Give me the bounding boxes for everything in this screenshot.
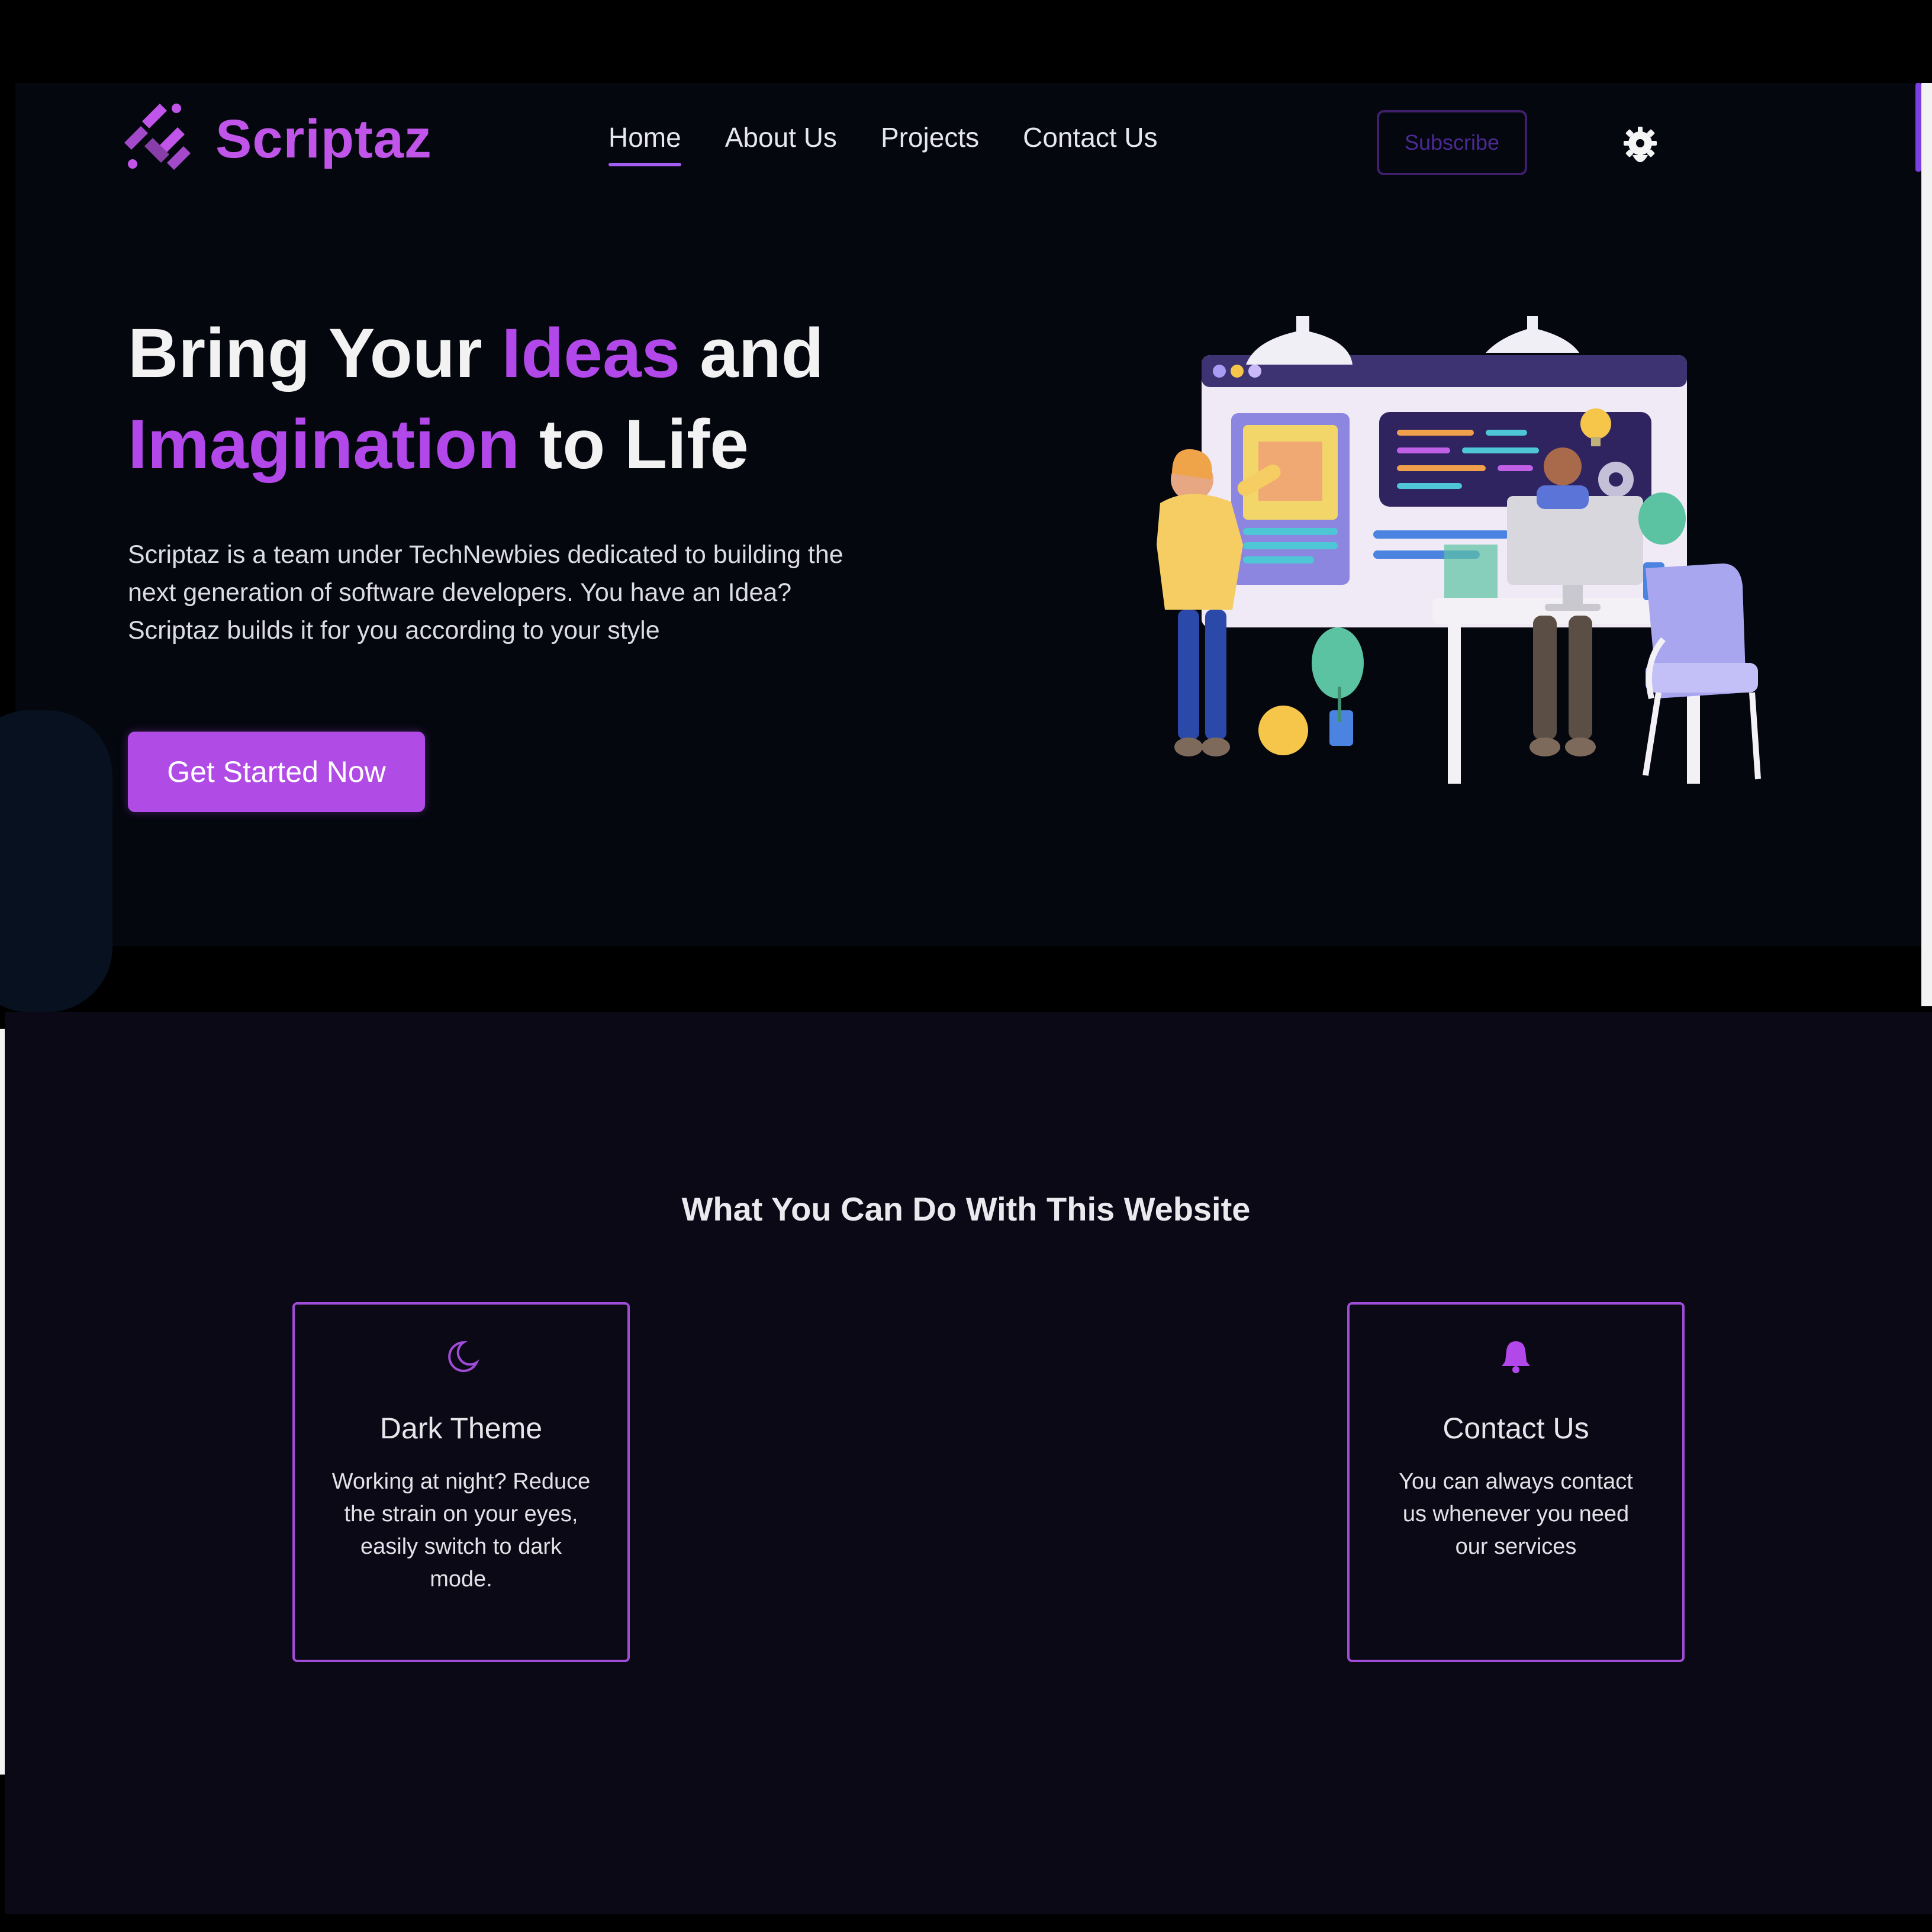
team-workspace-illustration	[1157, 316, 1761, 784]
hero-title: Bring Your Ideas and Imagination to Life	[128, 308, 897, 490]
brand-logo[interactable]: Scriptaz	[118, 98, 432, 181]
card-text: You can always contact us whenever you n…	[1399, 1469, 1633, 1559]
get-started-button[interactable]: Get Started Now	[128, 732, 425, 812]
hero-title-part: to Life	[520, 405, 749, 484]
hero-description: Scriptaz is a team under TechNewbies ded…	[128, 540, 843, 645]
hero-title-highlight: Ideas	[501, 314, 681, 392]
screen-edge-right	[1921, 83, 1932, 1006]
nav-projects[interactable]: Projects	[881, 121, 979, 153]
moon-icon	[448, 1341, 479, 1372]
hero-title-part: and	[680, 314, 824, 392]
nav-home[interactable]: Home	[608, 121, 681, 166]
hero-title-highlight: Imagination	[128, 405, 520, 484]
card-title: Contact Us	[1442, 1412, 1589, 1445]
card-text: Working at night? Reduce the strain on y…	[331, 1469, 591, 1592]
hero-title-part: Bring Your	[128, 314, 502, 392]
bell-icon	[1502, 1341, 1530, 1373]
decorative-blob	[0, 710, 112, 1012]
features-heading: What You Can Do With This Website	[681, 1190, 1251, 1228]
scroll-indicator	[1915, 83, 1921, 172]
main-nav: Home About Us Projects Contact Us	[608, 121, 1158, 166]
subscribe-button[interactable]: Subscribe	[1377, 110, 1527, 175]
feature-card-contact-us[interactable]: Contact Us You can always contact us whe…	[1347, 1302, 1685, 1662]
card-title: Dark Theme	[379, 1412, 543, 1445]
gear-icon[interactable]	[1619, 124, 1661, 169]
screen-edge-left	[0, 1029, 5, 1775]
brand-name: Scriptaz	[215, 108, 432, 169]
code-brackets-logo-icon	[124, 104, 191, 170]
feature-card-dark-theme[interactable]: Dark Theme Working at night? Reduce the …	[292, 1302, 630, 1662]
nav-contact-us[interactable]: Contact Us	[1023, 121, 1158, 153]
bottom-strip	[320, 1914, 1932, 1932]
nav-about-us[interactable]: About Us	[725, 121, 837, 153]
